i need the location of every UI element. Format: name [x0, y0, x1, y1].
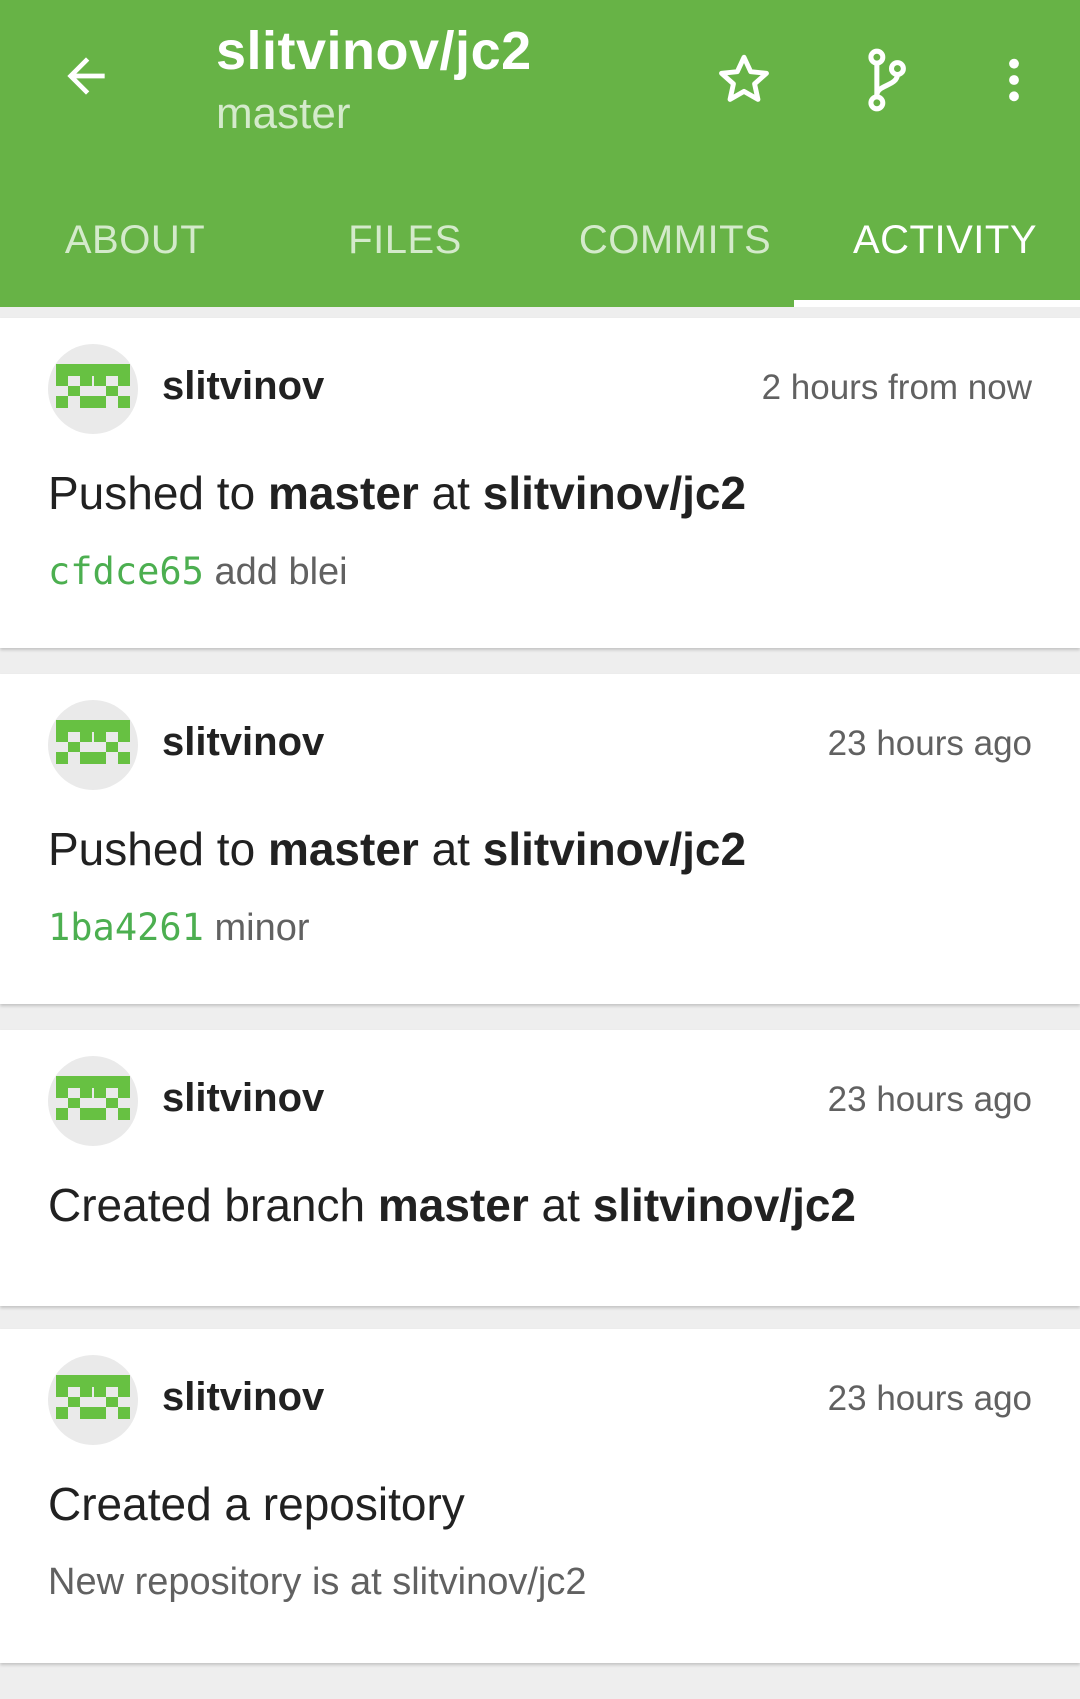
- text-part: at: [418, 823, 483, 875]
- arrow-back-icon: [67, 57, 105, 95]
- tab-bar: ABOUT FILES COMMITS ACTIVITY: [0, 190, 1080, 307]
- title-block: slitvinov/jc2 master: [216, 18, 532, 142]
- branch-icon: [868, 48, 906, 112]
- repo-name: slitvinov/jc2: [592, 1179, 857, 1231]
- event-username[interactable]: slitvinov: [162, 720, 324, 765]
- activity-card[interactable]: slitvinov 23 hours ago Created a reposit…: [0, 1329, 1080, 1663]
- activity-card[interactable]: slitvinov 2 hours from now Pushed to mas…: [0, 318, 1080, 648]
- branch-name: master: [267, 467, 419, 519]
- event-time: 23 hours ago: [827, 724, 1032, 763]
- activity-card[interactable]: slitvinov 23 hours ago Created branch ma…: [0, 1030, 1080, 1306]
- event-username[interactable]: slitvinov: [162, 364, 324, 409]
- identicon-icon: [56, 364, 130, 408]
- event-description: Created branch master at slitvinov/jc2: [48, 1178, 856, 1232]
- identicon-icon: [56, 1076, 130, 1120]
- event-description: Pushed to master at slitvinov/jc2: [48, 822, 746, 876]
- tab-commits[interactable]: COMMITS: [540, 190, 810, 307]
- active-tab-indicator: [794, 300, 1080, 307]
- text-part: Pushed to: [48, 467, 268, 519]
- identicon-icon: [56, 720, 130, 764]
- avatar[interactable]: [48, 1056, 138, 1146]
- repo-title: slitvinov/jc2: [216, 21, 532, 81]
- repo-name: slitvinov/jc2: [482, 823, 747, 875]
- event-time: 23 hours ago: [827, 1379, 1032, 1418]
- identicon-icon: [56, 1375, 130, 1419]
- back-button[interactable]: [50, 40, 122, 112]
- star-icon: [719, 54, 769, 102]
- event-description: Pushed to master at slitvinov/jc2: [48, 466, 746, 520]
- event-time: 23 hours ago: [827, 1080, 1032, 1119]
- avatar[interactable]: [48, 1355, 138, 1445]
- avatar[interactable]: [48, 700, 138, 790]
- event-username[interactable]: slitvinov: [162, 1076, 324, 1121]
- commit-sha[interactable]: 1ba4261: [48, 906, 204, 949]
- commit-message: add blei: [214, 551, 348, 593]
- event-description: Created a repository: [48, 1478, 465, 1530]
- text-part: Pushed to: [48, 823, 268, 875]
- tab-files[interactable]: FILES: [270, 190, 540, 307]
- branch-subtitle: master: [216, 89, 351, 138]
- commit-line: 1ba4261 minor: [48, 906, 310, 950]
- repo-name: slitvinov/jc2: [482, 467, 747, 519]
- more-options-button[interactable]: [974, 40, 1054, 120]
- app-bar: slitvinov/jc2 master ABOUT FILES COMMITS…: [0, 0, 1080, 307]
- event-detail: New repository is at slitvinov/jc2: [48, 1561, 587, 1603]
- commit-line: cfdce65 add blei: [48, 550, 348, 594]
- activity-card[interactable]: slitvinov 23 hours ago Pushed to master …: [0, 674, 1080, 1004]
- star-button[interactable]: [704, 40, 784, 120]
- more-vert-icon: [1009, 58, 1019, 102]
- commit-message: minor: [214, 907, 310, 949]
- branch-name: master: [267, 823, 419, 875]
- event-time: 2 hours from now: [761, 368, 1032, 407]
- event-username[interactable]: slitvinov: [162, 1375, 324, 1420]
- text-part: at: [418, 467, 483, 519]
- tab-activity[interactable]: ACTIVITY: [810, 190, 1080, 307]
- text-part: Created branch: [48, 1179, 378, 1231]
- avatar[interactable]: [48, 344, 138, 434]
- branch-name: master: [377, 1179, 529, 1231]
- commit-sha[interactable]: cfdce65: [48, 550, 204, 593]
- branch-button[interactable]: [846, 40, 926, 120]
- tab-about[interactable]: ABOUT: [0, 190, 270, 307]
- text-part: at: [528, 1179, 593, 1231]
